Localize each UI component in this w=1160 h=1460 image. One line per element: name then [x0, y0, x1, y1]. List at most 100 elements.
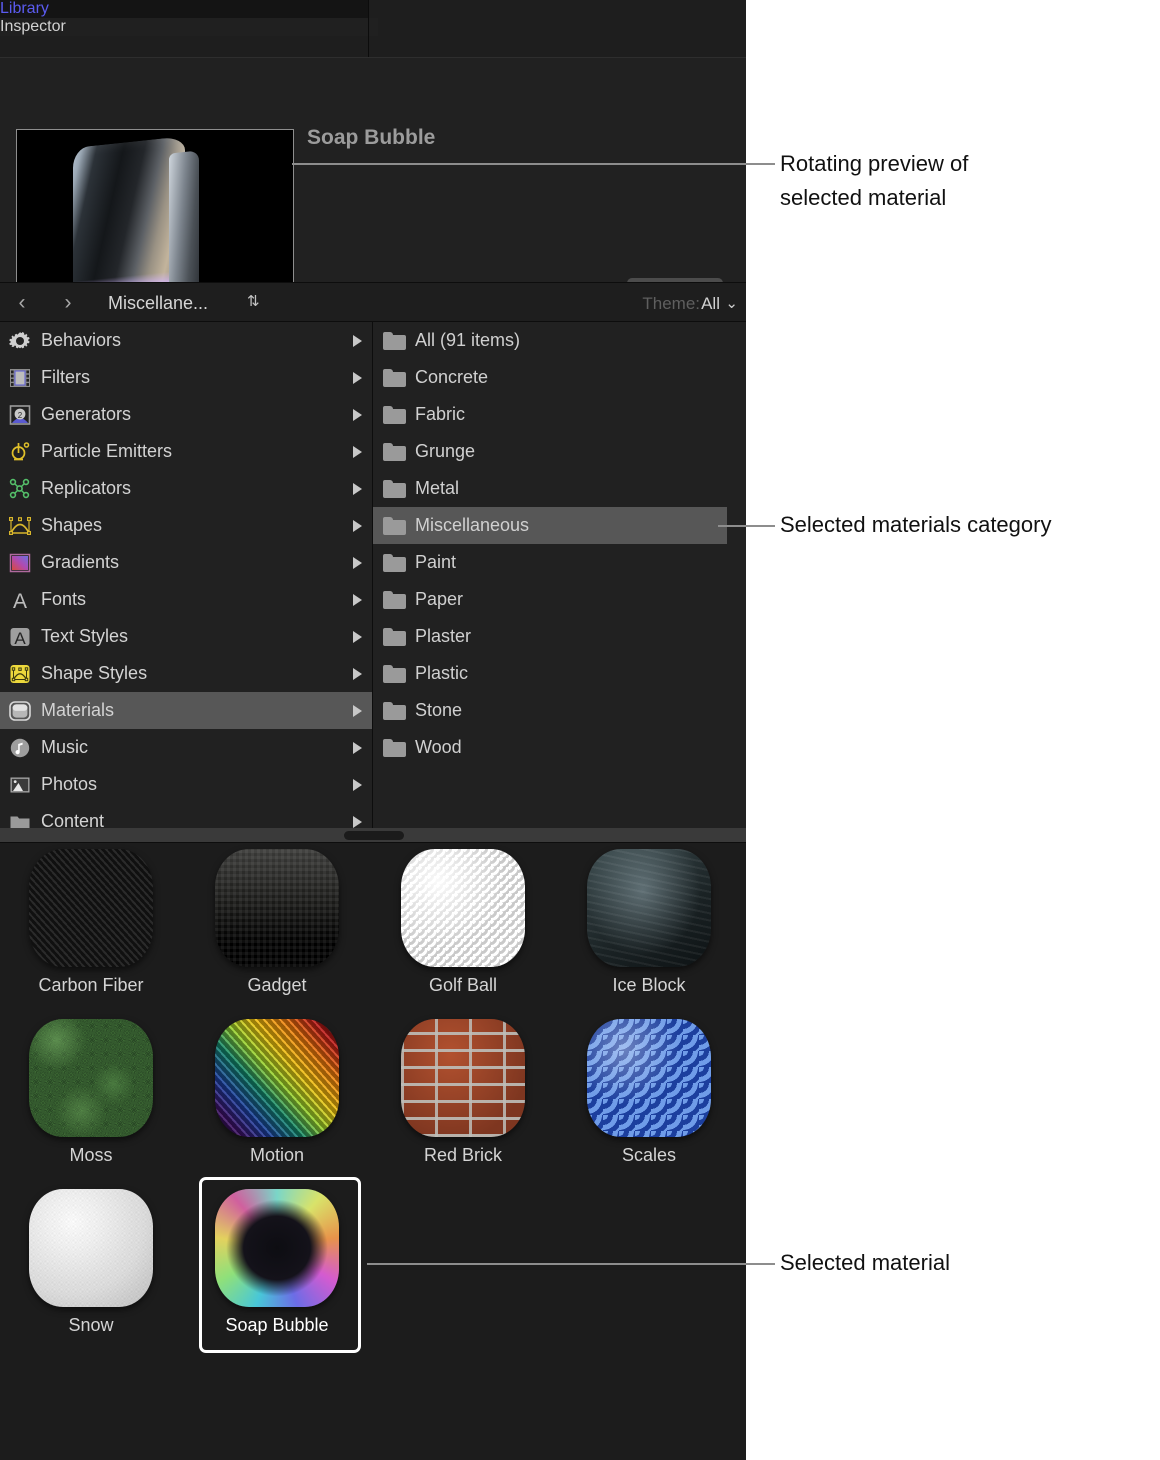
material-cell-soap-bubble[interactable]: Soap Bubble: [188, 1183, 366, 1336]
disclosure-triangle-icon[interactable]: [353, 520, 362, 532]
folder-item-label: Wood: [415, 737, 462, 758]
sidebar-item-shapes[interactable]: Shapes: [0, 507, 372, 544]
material-cell-golf-ball[interactable]: Golf Ball: [374, 843, 552, 996]
folder-item-all-91-items[interactable]: All (91 items): [373, 322, 746, 359]
sidebar-item-label: Behaviors: [41, 330, 121, 351]
sidebar-item-replicators[interactable]: Replicators: [0, 470, 372, 507]
material-cell-moss[interactable]: Moss: [2, 1013, 180, 1166]
material-thumbnail[interactable]: [188, 1183, 366, 1313]
folder-item-label: Grunge: [415, 441, 475, 462]
folder-item-label: Plastic: [415, 663, 468, 684]
sidebar-item-label: Shape Styles: [41, 663, 147, 684]
material-thumbnail[interactable]: [2, 843, 180, 973]
material-cell-gadget[interactable]: Gadget: [188, 843, 366, 996]
disclosure-triangle-icon[interactable]: [353, 705, 362, 717]
sidebar-item-fonts[interactable]: AFonts: [0, 581, 372, 618]
forward-arrow-icon[interactable]: ›: [58, 292, 78, 314]
sidebar-item-label: Content: [41, 811, 104, 828]
category-column[interactable]: Behaviors Filters 2GeneratorsParticle Emit…: [0, 322, 372, 828]
folder-column[interactable]: All (91 items)ConcreteFabric Grunge Metal M…: [373, 322, 746, 828]
library-path-bar: ‹ › Miscellane... ⇅ Theme: All ⌄: [0, 283, 746, 321]
material-cell-red-brick[interactable]: Red Brick: [374, 1013, 552, 1166]
folder-item-paper[interactable]: Paper: [373, 581, 746, 618]
disclosure-triangle-icon[interactable]: [353, 594, 362, 606]
disclosure-triangle-icon[interactable]: [353, 335, 362, 347]
sidebar-item-shape-styles[interactable]: Shape Styles: [0, 655, 372, 692]
disclosure-triangle-icon[interactable]: [353, 372, 362, 384]
scrollbar-thumb[interactable]: [344, 831, 404, 840]
folder-item-wood[interactable]: Wood: [373, 729, 746, 766]
back-arrow-glyph: ‹: [19, 291, 26, 315]
shapes-icon: [8, 514, 32, 538]
material-name-label: Snow: [2, 1315, 180, 1336]
disclosure-triangle-icon[interactable]: [353, 779, 362, 791]
back-arrow-icon[interactable]: ‹: [12, 292, 32, 314]
gear-icon: [8, 329, 32, 353]
tab-inspector[interactable]: Inspector: [0, 18, 378, 36]
sidebar-item-gradients[interactable]: Gradients: [0, 544, 372, 581]
disclosure-triangle-icon[interactable]: [353, 409, 362, 421]
folder-item-metal[interactable]: Metal: [373, 470, 746, 507]
sidebar-item-photos[interactable]: Photos: [0, 766, 372, 803]
material-cell-scales[interactable]: Scales: [560, 1013, 738, 1166]
material-icon: [8, 699, 32, 723]
folder-icon: [383, 480, 407, 498]
material-thumbnail-grid[interactable]: Carbon FiberGadgetGolf BallIce Block Moss…: [0, 843, 746, 1460]
folder-item-miscellaneous[interactable]: Miscellaneous: [373, 507, 727, 544]
folder-item-fabric[interactable]: Fabric: [373, 396, 746, 433]
material-swatch-brick: [401, 1019, 525, 1137]
sidebar-item-label: Filters: [41, 367, 90, 388]
material-cell-ice-block[interactable]: Ice Block: [560, 843, 738, 996]
disclosure-triangle-icon[interactable]: [353, 557, 362, 569]
folder-item-concrete[interactable]: Concrete: [373, 359, 746, 396]
shape-style-icon: [8, 662, 32, 686]
generator-icon: 2: [8, 403, 32, 427]
material-thumbnail[interactable]: [374, 1013, 552, 1143]
disclosure-triangle-icon[interactable]: [353, 816, 362, 828]
material-thumbnail[interactable]: [560, 843, 738, 973]
theme-value[interactable]: All: [701, 294, 720, 314]
disclosure-triangle-icon[interactable]: [353, 742, 362, 754]
material-thumbnail[interactable]: [188, 843, 366, 973]
folder-item-plastic[interactable]: Plastic: [373, 655, 746, 692]
current-path-label[interactable]: Miscellane...: [108, 293, 208, 314]
material-thumbnail[interactable]: [2, 1013, 180, 1143]
folder-item-label: Plaster: [415, 626, 471, 647]
material-thumbnail[interactable]: [560, 1013, 738, 1143]
sidebar-item-label: Gradients: [41, 552, 119, 573]
path-stepper-icon[interactable]: ⇅: [247, 292, 260, 312]
sidebar-item-text-styles[interactable]: AText Styles: [0, 618, 372, 655]
disclosure-triangle-icon[interactable]: [353, 668, 362, 680]
material-swatch-scales: [587, 1019, 711, 1137]
folder-item-label: Metal: [415, 478, 459, 499]
material-thumbnail[interactable]: [188, 1013, 366, 1143]
material-thumbnail[interactable]: [374, 843, 552, 973]
material-cell-motion[interactable]: Motion: [188, 1013, 366, 1166]
folder-item-grunge[interactable]: Grunge: [373, 433, 746, 470]
material-cell-carbon-fiber[interactable]: Carbon Fiber: [2, 843, 180, 996]
sidebar-item-materials[interactable]: Materials: [0, 692, 372, 729]
sidebar-item-filters[interactable]: Filters: [0, 359, 372, 396]
sidebar-item-music[interactable]: Music: [0, 729, 372, 766]
material-preview-area: Soap Bubble Apply: [0, 58, 746, 282]
folder-item-stone[interactable]: Stone: [373, 692, 746, 729]
disclosure-triangle-icon[interactable]: [353, 446, 362, 458]
material-name-label: Moss: [2, 1145, 180, 1166]
chevron-down-icon[interactable]: ⌄: [725, 294, 738, 312]
material-cell-snow[interactable]: Snow: [2, 1183, 180, 1336]
material-thumbnail[interactable]: [2, 1183, 180, 1313]
material-name-label: Red Brick: [374, 1145, 552, 1166]
svg-text:2: 2: [18, 410, 23, 419]
folder-item-plaster[interactable]: Plaster: [373, 618, 746, 655]
disclosure-triangle-icon[interactable]: [353, 483, 362, 495]
sidebar-item-particle-emitters[interactable]: Particle Emitters: [0, 433, 372, 470]
folder-item-paint[interactable]: Paint: [373, 544, 746, 581]
sidebar-item-behaviors[interactable]: Behaviors: [0, 322, 372, 359]
folder-icon: [383, 554, 407, 572]
tab-library[interactable]: Library: [0, 0, 368, 18]
material-swatch-ice: [587, 849, 711, 967]
sidebar-item-content[interactable]: Content: [0, 803, 372, 828]
disclosure-triangle-icon[interactable]: [353, 631, 362, 643]
horizontal-scrollbar[interactable]: [0, 828, 746, 842]
sidebar-item-generators[interactable]: 2Generators: [0, 396, 372, 433]
